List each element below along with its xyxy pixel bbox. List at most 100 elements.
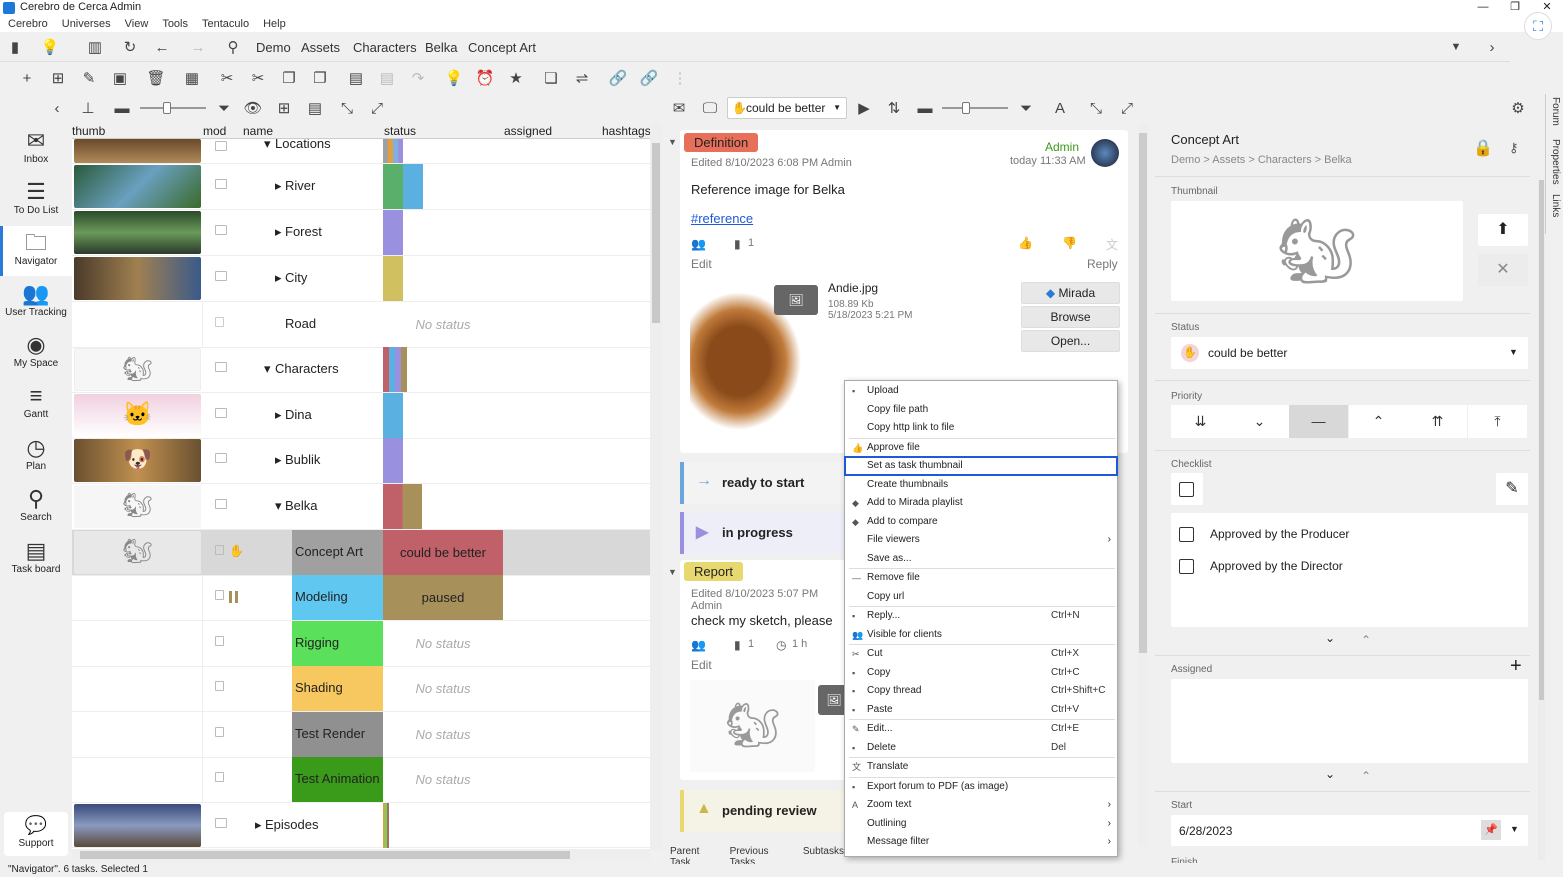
menu-item-add-to-mirada-playlist[interactable]: ◆ Add to Mirada playlist bbox=[845, 494, 1117, 512]
menu-item-reply[interactable]: ▪ Reply... Ctrl+N bbox=[845, 607, 1117, 625]
menu-tentaculo[interactable]: Tentaculo bbox=[202, 16, 249, 32]
edit-checklist-button[interactable]: ✎ bbox=[1496, 473, 1528, 505]
sketch-image[interactable]: 🐿 bbox=[690, 680, 815, 772]
menu-item-copy-url[interactable]: Copy url bbox=[845, 588, 1117, 606]
reply-link[interactable]: Reply bbox=[1087, 257, 1118, 271]
column-mod[interactable]: mod bbox=[203, 124, 226, 138]
row-arrow[interactable]: ▸ bbox=[275, 452, 282, 468]
expand-all-icon[interactable]: ⤢ bbox=[367, 98, 387, 118]
link-icon[interactable]: 🔗 bbox=[608, 68, 628, 88]
tab-parent-task[interactable]: Parent Task bbox=[670, 846, 720, 868]
copy-link-icon[interactable]: ❐ bbox=[310, 68, 330, 88]
chevron-right-icon[interactable]: › bbox=[1482, 37, 1502, 57]
forum-vertical-scrollbar[interactable] bbox=[1138, 123, 1148, 846]
menu-item-set-as-task-thumbnail[interactable]: Set as task thumbnail bbox=[844, 456, 1118, 476]
key-icon[interactable]: ⚷ bbox=[1509, 140, 1519, 156]
refresh-icon[interactable]: ↻ bbox=[120, 37, 140, 57]
row-arrow[interactable]: ▸ bbox=[275, 224, 282, 240]
filter-icon[interactable]: ⏷ bbox=[214, 98, 234, 118]
status-cell[interactable]: No status bbox=[383, 712, 503, 757]
table-row[interactable]: Test Render No status bbox=[72, 712, 650, 758]
search-icon[interactable]: ⚲ bbox=[223, 37, 243, 57]
alarm-icon[interactable]: ⏰ bbox=[475, 68, 495, 88]
row-arrow[interactable]: ▾ bbox=[264, 361, 271, 377]
chevron-down-icon[interactable]: ⌄ bbox=[1325, 767, 1335, 781]
nav-search[interactable]: ⚲ Search bbox=[0, 482, 72, 532]
status-card-ready-to-start[interactable]: → ready to start bbox=[680, 462, 850, 504]
thumbnail-size-slider[interactable] bbox=[942, 107, 1008, 109]
open-button[interactable]: Open... bbox=[1021, 330, 1120, 352]
thumbs-down-icon[interactable]: 👎 bbox=[1062, 236, 1077, 250]
copy-icon[interactable]: ❐ bbox=[279, 68, 299, 88]
expand-all-icon[interactable]: ⤢ bbox=[1117, 98, 1137, 118]
status-card-in-progress[interactable]: ▶ in progress bbox=[680, 512, 850, 554]
row-arrow[interactable]: ▸ bbox=[275, 178, 282, 194]
lock-icon[interactable]: 🔒 bbox=[1473, 138, 1493, 158]
menu-item-message-filter[interactable]: Message filter › bbox=[845, 833, 1117, 851]
thumbnail-size-slider[interactable] bbox=[140, 107, 206, 109]
book-icon[interactable]: ▥ bbox=[85, 37, 105, 57]
table-row[interactable]: ▸ Episodes bbox=[72, 803, 650, 848]
hierarchy-icon[interactable]: ⊥ bbox=[78, 98, 98, 118]
nav-navigator[interactable]: 🗀 Navigator bbox=[0, 226, 72, 276]
menu-item-save-as[interactable]: Save as... bbox=[845, 550, 1117, 568]
chevron-down-icon[interactable]: ⌄ bbox=[1325, 631, 1335, 645]
status-cell[interactable]: No status bbox=[383, 666, 503, 711]
eye-icon[interactable]: 👁 bbox=[243, 98, 263, 118]
paste-icon[interactable]: ▤ bbox=[346, 68, 366, 88]
hashtag-link[interactable]: #reference bbox=[691, 211, 753, 226]
bulb-icon[interactable]: 💡 bbox=[40, 37, 60, 57]
menu-item-paste[interactable]: ▪ Paste Ctrl+V bbox=[845, 701, 1117, 719]
menu-cerebro[interactable]: Cerebro bbox=[8, 16, 48, 32]
nav-task-board[interactable]: ▤ Task board bbox=[0, 534, 72, 584]
menu-view[interactable]: View bbox=[125, 16, 149, 32]
breadcrumb-belka[interactable]: Belka bbox=[425, 40, 458, 55]
start-date-field[interactable]: 6/28/2023 📌 ▼ bbox=[1171, 815, 1528, 846]
status-card-pending-review[interactable]: ▲ pending review bbox=[680, 790, 850, 832]
menu-item-approve-file[interactable]: 👍 Approve file bbox=[845, 439, 1117, 457]
trash-icon[interactable]: 🗑 bbox=[146, 68, 166, 88]
collapse-all-icon[interactable]: ⤡ bbox=[1086, 98, 1106, 118]
panel-icon[interactable]: ▮ bbox=[5, 37, 25, 57]
settings-gear-icon[interactable]: ⚙ bbox=[1508, 98, 1528, 118]
message-author[interactable]: Admin bbox=[1045, 140, 1079, 154]
nav-to-do-list[interactable]: ☰ To Do List bbox=[0, 175, 72, 225]
add-icon[interactable]: + bbox=[17, 68, 37, 88]
upload-thumbnail-button[interactable]: ⬆ bbox=[1478, 214, 1528, 246]
edit-link[interactable]: Edit bbox=[691, 658, 712, 672]
table-row[interactable]: Road No status bbox=[72, 302, 650, 348]
restore-icon[interactable]: ❐ bbox=[1499, 0, 1531, 16]
play-icon[interactable]: ▶ bbox=[854, 98, 874, 118]
menu-item-copy-thread[interactable]: ▪ Copy thread Ctrl+Shift+C bbox=[845, 682, 1117, 700]
remove-thumbnail-button[interactable]: ✕ bbox=[1478, 254, 1528, 286]
thumbs-up-icon[interactable]: 👍 bbox=[1018, 236, 1033, 250]
cut-link-icon[interactable]: ✂ bbox=[248, 68, 268, 88]
back-icon[interactable]: ← bbox=[152, 37, 172, 57]
menu-item-add-to-compare[interactable]: ◆ Add to compare bbox=[845, 513, 1117, 531]
column-hashtags[interactable]: hashtags bbox=[602, 124, 651, 138]
minimize-icon[interactable]: — bbox=[1467, 0, 1499, 16]
nav-gantt[interactable]: ≡ Gantt bbox=[0, 379, 72, 429]
column-name[interactable]: name bbox=[243, 124, 273, 138]
table-row[interactable]: ▸ Forest bbox=[72, 210, 650, 256]
status-cell[interactable]: No status bbox=[383, 302, 503, 347]
status-cell[interactable]: No status bbox=[383, 757, 503, 802]
table-row[interactable]: 🐶 ▸ Bublik bbox=[72, 438, 650, 484]
database-icon[interactable]: ▦ bbox=[182, 68, 202, 88]
more-icon[interactable]: ⋮ bbox=[670, 68, 690, 88]
nav-my-space[interactable]: ◉ My Space bbox=[0, 328, 72, 378]
status-cell[interactable]: No status bbox=[383, 621, 503, 666]
menu-item-create-thumbnails[interactable]: Create thumbnails bbox=[845, 476, 1117, 494]
mail-icon[interactable]: ✉ bbox=[669, 98, 689, 118]
translate-icon[interactable]: 文 bbox=[1106, 236, 1118, 253]
assigned-list[interactable] bbox=[1171, 679, 1528, 763]
collapse-all-icon[interactable]: ⤡ bbox=[337, 98, 357, 118]
menu-item-copy-file-path[interactable]: Copy file path bbox=[845, 401, 1117, 419]
mirada-button[interactable]: ◆ Mirada bbox=[1021, 282, 1120, 304]
chevron-up-icon[interactable]: ⌃ bbox=[1361, 633, 1371, 647]
star-icon[interactable]: ★ bbox=[506, 68, 526, 88]
table-row-selected[interactable]: 🐿 ✋ Concept Art could be better bbox=[72, 530, 650, 576]
tab-properties[interactable]: Properties bbox=[1550, 139, 1561, 185]
menu-tools[interactable]: Tools bbox=[162, 16, 188, 32]
scrollbar-thumb[interactable] bbox=[1139, 133, 1147, 653]
